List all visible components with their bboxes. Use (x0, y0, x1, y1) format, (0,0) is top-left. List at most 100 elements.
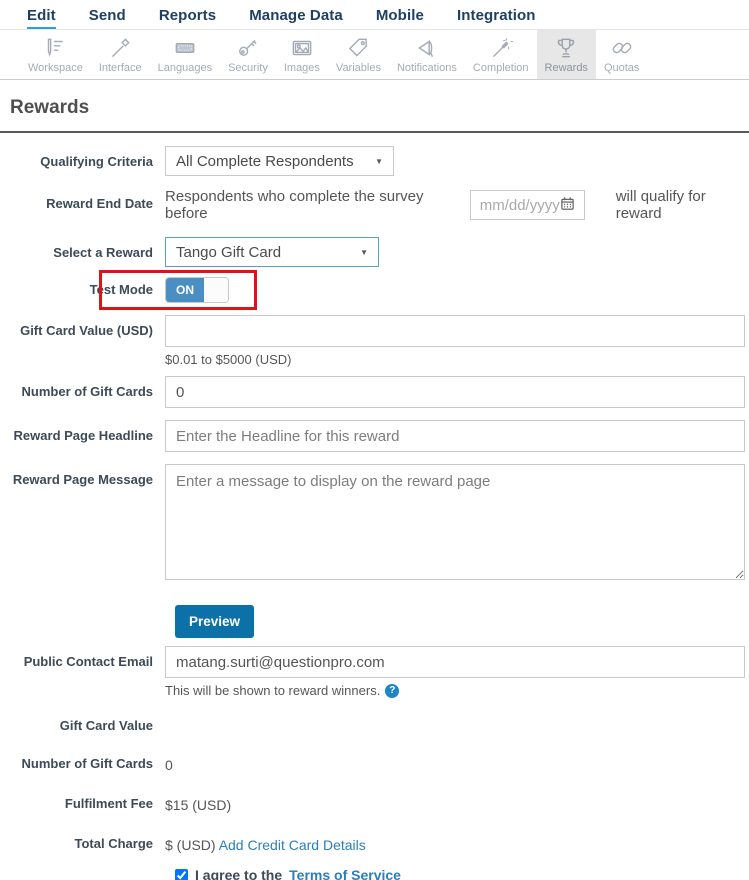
terms-agreement-text: I agree to the (195, 867, 283, 880)
reward-end-date-row: Reward End Date Respondents who complete… (0, 188, 745, 222)
summary-number-of-gift-cards: 0 (165, 757, 173, 773)
nav-item-integration[interactable]: Integration (457, 7, 536, 29)
reward-page-headline-input[interactable] (165, 420, 745, 452)
toggle-knob (204, 278, 228, 302)
select-reward-value: Tango Gift Card (176, 243, 282, 261)
nav-item-mobile[interactable]: Mobile (376, 7, 424, 29)
add-credit-card-link[interactable]: Add Credit Card Details (219, 837, 366, 853)
number-of-gift-cards-label: Number of Gift Cards (21, 384, 153, 399)
settings-toolbar: Workspace Interface Languages Security I… (0, 30, 749, 80)
terms-agreement-row: I agree to the Terms of Service (175, 867, 745, 880)
test-mode-toggle[interactable]: ON (165, 277, 229, 303)
public-contact-email-row: Public Contact Email This will be shown … (0, 646, 745, 698)
notifications-icon (414, 35, 440, 61)
qualifying-criteria-row: Qualifying Criteria All Complete Respond… (0, 146, 745, 176)
rewards-icon (553, 35, 579, 61)
summary-number-of-gift-cards-label: Number of Gift Cards (21, 756, 153, 771)
toolbar-item-images[interactable]: Images (276, 30, 328, 79)
number-of-gift-cards-row: Number of Gift Cards (0, 376, 745, 408)
top-nav: Edit Send Reports Manage Data Mobile Int… (0, 0, 749, 30)
images-icon (289, 35, 315, 61)
toolbar-label: Interface (98, 62, 142, 74)
languages-icon (172, 35, 198, 61)
toolbar-item-notifications[interactable]: Notifications (389, 30, 465, 79)
qualifying-criteria-select[interactable]: All Complete Respondents ▼ (165, 146, 394, 176)
reward-end-date-prefix: Respondents who complete the survey befo… (165, 188, 424, 222)
summary-gift-card-value-label: Gift Card Value (59, 718, 153, 733)
toolbar-item-quotas[interactable]: Quotas (596, 30, 647, 79)
preview-row: Preview (175, 605, 745, 638)
toolbar-label: Notifications (396, 62, 457, 74)
total-charge-value: $ (USD) (165, 837, 216, 853)
date-placeholder: mm/dd/yyyy (479, 196, 560, 214)
workspace-icon (42, 35, 68, 61)
page-header: Rewards (0, 80, 749, 131)
toolbar-item-interface[interactable]: Interface (91, 30, 150, 79)
select-reward-label: Select a Reward (53, 245, 153, 260)
toolbar-item-security[interactable]: Security (220, 30, 276, 79)
toolbar-label: Workspace (28, 62, 83, 74)
nav-item-edit[interactable]: Edit (27, 7, 56, 29)
help-icon[interactable]: ? (385, 683, 400, 698)
chevron-down-icon: ▼ (375, 156, 383, 166)
summary-gift-card-value-row: Gift Card Value (0, 718, 745, 733)
quotas-icon (609, 35, 635, 61)
total-charge-label: Total Charge (74, 836, 154, 851)
toolbar-item-completion[interactable]: Completion (465, 30, 537, 79)
toolbar-item-workspace[interactable]: Workspace (20, 30, 91, 79)
gift-card-value-row: Gift Card Value (USD) $0.01 to $5000 (US… (0, 315, 745, 367)
public-contact-email-input[interactable] (165, 646, 745, 678)
nav-item-reports[interactable]: Reports (159, 7, 216, 29)
variables-icon (345, 35, 371, 61)
toolbar-label: Images (283, 62, 320, 74)
fulfilment-fee-value: $15 (USD) (165, 797, 232, 813)
fulfilment-fee-row: Fulfilment Fee $15 (USD) (0, 796, 745, 813)
reward-page-headline-row: Reward Page Headline (0, 420, 745, 452)
public-contact-email-label: Public Contact Email (23, 654, 153, 669)
rewards-form: Qualifying Criteria All Complete Respond… (0, 133, 749, 880)
toolbar-item-rewards[interactable]: Rewards (536, 30, 596, 79)
chevron-down-icon: ▼ (360, 247, 368, 257)
terms-of-service-link[interactable]: Terms of Service (289, 867, 401, 880)
summary-number-of-gift-cards-row: Number of Gift Cards 0 (0, 756, 745, 773)
gift-card-value-label: Gift Card Value (USD) (20, 323, 153, 338)
reward-end-date-label: Reward End Date (46, 196, 153, 211)
total-charge-row: Total Charge $ (USD) Add Credit Card Det… (0, 836, 745, 853)
summary-gift-card-value (165, 718, 745, 733)
reward-end-date-suffix: will qualify for reward (615, 188, 706, 222)
toolbar-label: Variables (335, 62, 381, 74)
toolbar-label: Quotas (603, 62, 640, 74)
toolbar-item-variables[interactable]: Variables (328, 30, 389, 79)
select-reward-select[interactable]: Tango Gift Card ▼ (165, 237, 379, 267)
fulfilment-fee-label: Fulfilment Fee (64, 796, 153, 811)
terms-agreement-checkbox[interactable] (175, 868, 188, 880)
toolbar-label: Languages (157, 62, 213, 74)
reward-end-date-input[interactable]: mm/dd/yyyy (469, 190, 585, 220)
calendar-icon[interactable] (560, 196, 575, 215)
reward-page-message-textarea[interactable] (165, 464, 745, 580)
reward-page-message-label: Reward Page Message (12, 472, 153, 487)
number-of-gift-cards-input[interactable] (165, 376, 745, 408)
public-contact-email-hint: This will be shown to reward winners. (165, 683, 381, 698)
page-title: Rewards (10, 97, 90, 118)
reward-page-message-row: Reward Page Message (0, 464, 745, 585)
nav-item-send[interactable]: Send (89, 7, 126, 29)
interface-icon (107, 35, 133, 61)
nav-item-manage-data[interactable]: Manage Data (249, 7, 343, 29)
toolbar-label: Completion (472, 62, 529, 74)
select-reward-row: Select a Reward Tango Gift Card ▼ (0, 237, 745, 267)
completion-icon (488, 35, 514, 61)
toolbar-item-languages[interactable]: Languages (150, 30, 220, 79)
security-icon (235, 35, 261, 61)
qualifying-criteria-label: Qualifying Criteria (40, 154, 153, 169)
gift-card-value-input[interactable] (165, 315, 745, 347)
toggle-on-label: ON (166, 278, 204, 302)
test-mode-row: Test Mode ON (0, 270, 745, 310)
reward-page-headline-label: Reward Page Headline (13, 428, 153, 443)
test-mode-label: Test Mode (89, 282, 153, 297)
toolbar-label: Security (228, 62, 268, 74)
toolbar-label: Rewards (544, 62, 588, 74)
qualifying-criteria-value: All Complete Respondents (176, 152, 354, 170)
gift-card-value-hint: $0.01 to $5000 (USD) (165, 352, 292, 367)
preview-button[interactable]: Preview (175, 605, 255, 638)
